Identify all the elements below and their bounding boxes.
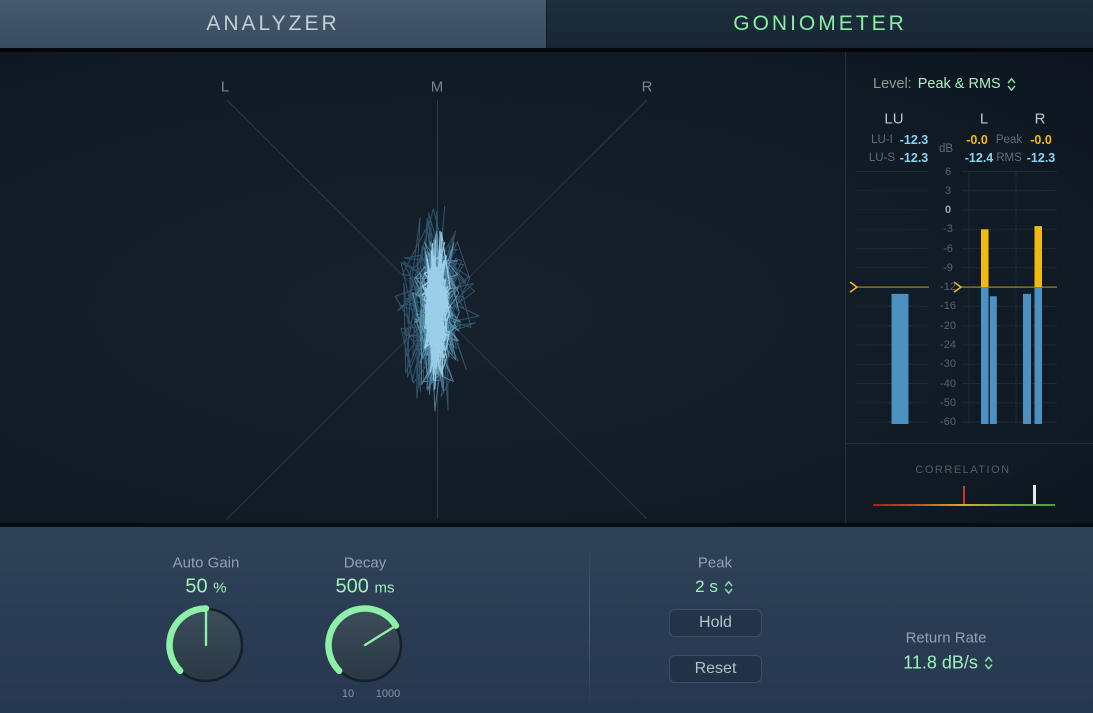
rms-right-value: -12.3 xyxy=(1027,151,1056,165)
db-unit-label: dB xyxy=(939,143,953,155)
reset-button-label: Reset xyxy=(695,660,737,678)
return-rate-label: Return Rate xyxy=(906,630,987,647)
control-panel: Auto Gain 50 % Decay 500 ms 10 1000 Peak… xyxy=(0,523,1093,713)
auto-gain-number: 50 xyxy=(185,576,207,598)
level-mode-dropdown[interactable]: Level: Peak & RMS xyxy=(873,76,1016,92)
hold-button-label: Hold xyxy=(699,614,732,632)
return-rate-stepper[interactable]: 11.8 dB/s xyxy=(903,653,993,674)
controls-divider xyxy=(589,542,590,710)
reset-button[interactable]: Reset xyxy=(669,655,762,683)
auto-gain-value[interactable]: 50 % xyxy=(185,576,226,599)
meter-tick-label: 6 xyxy=(945,166,951,178)
meter-tick-label: -6 xyxy=(943,243,953,255)
meter-tick-label: -3 xyxy=(943,223,953,235)
peak-time-value: 2 s xyxy=(695,577,718,597)
correlation-scale xyxy=(873,504,1055,506)
tab-goniometer-label: GONIOMETER xyxy=(733,12,907,36)
decay-number: 500 xyxy=(336,576,369,598)
correlation-label: CORRELATION xyxy=(915,464,1010,476)
lu-i-value: -12.3 xyxy=(900,133,929,147)
lu-meter-header: LU xyxy=(884,111,903,128)
gonio-axis-label-left: L xyxy=(221,79,229,96)
meter-tick-label: -12 xyxy=(940,281,956,293)
peak-hold-label: Peak xyxy=(698,555,732,572)
level-label: Level: xyxy=(873,76,912,92)
lu-s-value: -12.3 xyxy=(900,151,929,165)
updown-chevron-icon xyxy=(984,656,993,671)
tab-analyzer[interactable]: ANALYZER xyxy=(0,0,547,48)
rms-left-value: -12.4 xyxy=(965,151,994,165)
meter-tick-label: -60 xyxy=(940,416,956,428)
auto-gain-knob[interactable] xyxy=(158,597,254,693)
view-tabbar: ANALYZER GONIOMETER xyxy=(0,0,1093,48)
multimeter-window: ANALYZER GONIOMETER L M R Level: Peak & … xyxy=(0,0,1093,713)
decay-value[interactable]: 500 ms xyxy=(336,576,395,599)
meter-correlation-divider xyxy=(845,443,1093,444)
decay-label: Decay xyxy=(344,555,387,572)
gonio-axis-label-mid: M xyxy=(431,79,444,96)
decay-min-label: 10 xyxy=(342,688,354,700)
return-rate-value: 11.8 dB/s xyxy=(903,653,978,674)
lu-i-label: LU-I xyxy=(871,134,893,146)
auto-gain-unit: % xyxy=(213,580,226,597)
gonio-axis-label-right: R xyxy=(642,79,653,96)
meter-tick-label: -40 xyxy=(940,378,956,390)
meter-tick-label: -30 xyxy=(940,358,956,370)
correlation-center-tick xyxy=(963,486,965,504)
right-meter-header: R xyxy=(1035,111,1046,128)
auto-gain-label: Auto Gain xyxy=(173,555,240,572)
updown-chevron-icon xyxy=(724,580,733,595)
tab-analyzer-label: ANALYZER xyxy=(206,12,339,36)
level-value: Peak & RMS xyxy=(918,76,1001,92)
peak-right-value: -0.0 xyxy=(1030,133,1052,147)
meter-tick-label: -20 xyxy=(940,320,956,332)
rms-row-label: RMS xyxy=(996,152,1022,164)
display-area: L M R Level: Peak & RMS LU L R LU-I -12.… xyxy=(0,52,1093,523)
peak-row-label: Peak xyxy=(996,134,1022,146)
meter-tick-label: -50 xyxy=(940,397,956,409)
hold-button[interactable]: Hold xyxy=(669,609,762,637)
meter-tick-label: 3 xyxy=(945,185,951,197)
meter-tick-label: 0 xyxy=(945,204,951,216)
peak-time-stepper[interactable]: 2 s xyxy=(695,577,733,597)
peak-left-value: -0.0 xyxy=(966,133,988,147)
meter-tick-label: -16 xyxy=(940,300,956,312)
level-meter-panel xyxy=(845,52,1093,523)
meter-tick-label: -24 xyxy=(940,339,956,351)
updown-chevron-icon xyxy=(1007,77,1016,92)
decay-max-label: 1000 xyxy=(376,688,400,700)
left-meter-header: L xyxy=(980,111,988,128)
tab-goniometer[interactable]: GONIOMETER xyxy=(547,0,1093,48)
meter-tick-label: -9 xyxy=(943,262,953,274)
correlation-marker xyxy=(1033,485,1036,504)
decay-knob[interactable] xyxy=(317,597,413,693)
decay-unit: ms xyxy=(374,580,394,597)
lu-s-label: LU-S xyxy=(869,152,895,164)
